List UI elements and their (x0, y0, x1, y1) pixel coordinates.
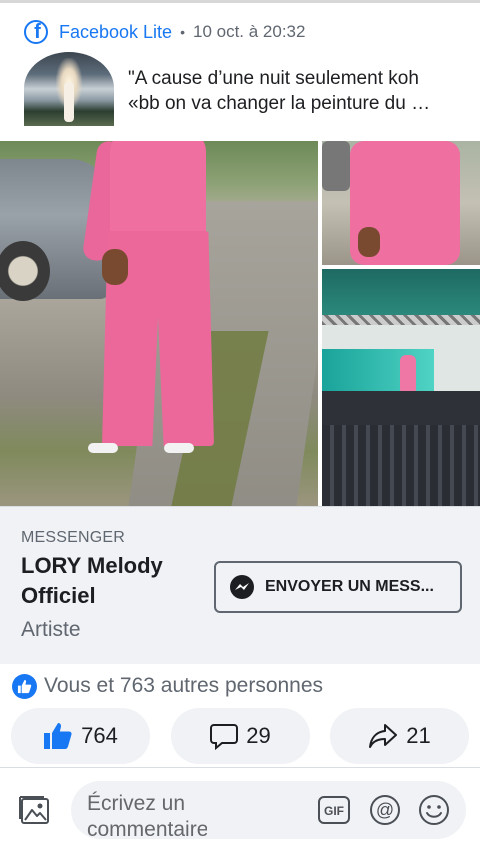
add-photo-button[interactable] (18, 793, 52, 827)
app-name-link[interactable]: Facebook Lite (59, 22, 172, 43)
excerpt-line-1: "A cause d’une nuit seulement koh (128, 68, 419, 89)
comment-composer[interactable]: Écrivez un commentaire GIF @ (71, 781, 466, 839)
photo-icon (19, 796, 49, 824)
share-icon (369, 724, 398, 748)
like-reaction-icon (12, 673, 37, 699)
comment-button[interactable]: 29 (171, 708, 310, 764)
svg-text:GIF: GIF (324, 804, 344, 818)
emoji-button[interactable] (418, 794, 450, 826)
facebook-logo-icon: f (24, 20, 48, 44)
post-thumbnail[interactable] (24, 52, 114, 126)
header-separator: • (180, 24, 185, 40)
messenger-icon (230, 575, 254, 599)
smiley-icon (419, 795, 449, 825)
photo-main[interactable] (0, 141, 318, 506)
page-name[interactable]: LORY Melody Officiel (21, 551, 201, 611)
reactions-text: Vous et 763 autres personnes (44, 674, 324, 697)
actions-divider (0, 767, 480, 768)
post-header: f Facebook Lite • 10 oct. à 20:32 (24, 20, 305, 44)
at-sign-icon: @ (370, 795, 400, 825)
page-card-label: MESSENGER (21, 529, 126, 546)
gif-button[interactable]: GIF (318, 795, 350, 825)
share-button[interactable]: 21 (330, 708, 469, 764)
like-button[interactable]: 764 (11, 708, 150, 764)
post-timestamp[interactable]: 10 oct. à 20:32 (193, 22, 305, 42)
comment-input[interactable]: Écrivez un commentaire (87, 791, 207, 837)
share-count: 21 (406, 723, 431, 748)
photo-grid (0, 141, 480, 506)
top-divider (0, 0, 480, 3)
photo-top-right[interactable] (322, 141, 480, 265)
gif-icon: GIF (318, 796, 350, 824)
excerpt-line-2: «bb on va changer la peinture du … (128, 93, 431, 114)
photo-bottom-right[interactable] (322, 269, 480, 506)
send-message-label: ENVOYER UN MESS... (265, 578, 434, 595)
page-card: MESSENGER LORY Melody Officiel Artiste E… (0, 506, 480, 664)
mention-button[interactable]: @ (369, 794, 401, 826)
send-message-button[interactable]: ENVOYER UN MESS... (214, 561, 462, 613)
svg-text:@: @ (376, 800, 394, 820)
comment-count: 29 (246, 723, 271, 748)
page-category: Artiste (21, 618, 81, 641)
action-bar: 764 29 21 (0, 708, 480, 764)
post-excerpt[interactable]: "A cause d’une nuit seulement koh «bb on… (128, 66, 458, 116)
like-count: 764 (81, 723, 118, 748)
thumbs-up-icon (44, 723, 72, 749)
comment-icon (210, 724, 239, 750)
reactions-summary[interactable]: Vous et 763 autres personnes (12, 672, 323, 700)
